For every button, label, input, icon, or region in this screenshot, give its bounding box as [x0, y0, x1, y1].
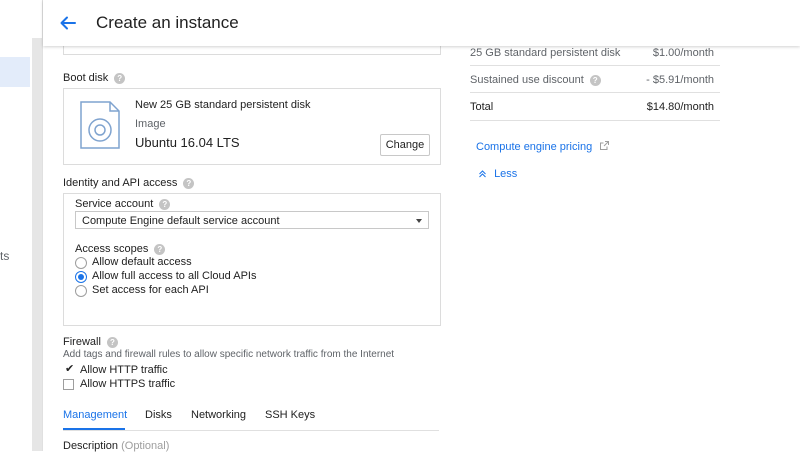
- page-header: Create an instance: [43, 0, 800, 46]
- page-title: Create an instance: [96, 13, 239, 32]
- allow-https-checkbox[interactable]: [63, 379, 74, 390]
- allow-http-checkbox[interactable]: ✔: [63, 363, 75, 376]
- compute-engine-pricing-link[interactable]: Compute engine pricing: [476, 140, 610, 153]
- cost-row-label: Sustained use discount: [470, 74, 584, 86]
- allow-https-label[interactable]: Allow HTTPS traffic: [80, 378, 175, 390]
- help-icon[interactable]: ?: [114, 72, 126, 84]
- cost-row-value: $1.00/month: [652, 47, 714, 59]
- help-icon[interactable]: ?: [159, 198, 171, 210]
- help-icon[interactable]: ?: [154, 243, 166, 255]
- allow-http-label[interactable]: Allow HTTP traffic: [80, 364, 168, 376]
- cost-total-value: $14.80/month: [646, 101, 714, 113]
- left-nav-scrollbar[interactable]: [32, 38, 42, 451]
- tab-ssh-keys[interactable]: SSH Keys: [265, 409, 315, 421]
- dropdown-arrow-icon: [416, 219, 422, 223]
- pricing-link-label: Compute engine pricing: [476, 141, 593, 153]
- tab-management[interactable]: Management: [63, 409, 127, 421]
- external-link-icon: [600, 141, 610, 150]
- disk-icon: [80, 101, 120, 149]
- boot-disk-image-label: Image: [135, 118, 166, 130]
- cost-total-label: Total: [470, 101, 494, 113]
- cost-divider: [470, 92, 720, 93]
- scope-each-api-label[interactable]: Set access for each API: [92, 284, 209, 296]
- left-nav-selected-item[interactable]: [0, 57, 30, 87]
- boot-disk-section: Boot disk?: [63, 72, 126, 84]
- scope-full-access-radio[interactable]: [75, 271, 87, 283]
- help-icon[interactable]: ?: [183, 177, 195, 189]
- less-toggle-link[interactable]: Less: [478, 168, 517, 180]
- service-account-select[interactable]: Compute Engine default service account: [75, 211, 429, 229]
- identity-card: Service account? Compute Engine default …: [63, 193, 441, 326]
- tab-disks[interactable]: Disks: [145, 409, 172, 421]
- tabs-divider: [63, 430, 439, 431]
- service-account-heading: Service account?: [75, 198, 171, 210]
- left-nav-partial-label[interactable]: ts: [0, 249, 9, 263]
- access-scopes-label: Access scopes: [75, 243, 149, 255]
- description-label: Description: [63, 440, 119, 452]
- chevron-up-icon: [479, 170, 486, 178]
- cost-row-total: Total $14.80/month: [470, 101, 720, 113]
- change-boot-disk-button[interactable]: Change: [380, 134, 430, 156]
- cost-row-value: - $5.91/month: [646, 74, 714, 86]
- cost-row-disk: 25 GB standard persistent disk $1.00/mon…: [470, 47, 720, 59]
- boot-disk-label: Boot disk: [63, 72, 109, 84]
- scope-default-label[interactable]: Allow default access: [92, 256, 192, 268]
- cost-row-label: 25 GB standard persistent disk: [470, 47, 621, 59]
- firewall-description: Add tags and firewall rules to allow spe…: [63, 349, 395, 360]
- arrow-back-icon: [60, 16, 76, 30]
- scope-full-access-label[interactable]: Allow full access to all Cloud APIs: [92, 270, 256, 282]
- back-button[interactable]: [57, 12, 79, 34]
- scope-each-api-radio[interactable]: [75, 285, 87, 297]
- description-optional: (Optional): [121, 440, 170, 452]
- boot-disk-card: New 25 GB standard persistent disk Image…: [63, 88, 441, 165]
- boot-disk-title: New 25 GB standard persistent disk: [135, 99, 311, 111]
- access-scopes-heading: Access scopes?: [75, 243, 166, 255]
- service-account-value: Compute Engine default service account: [82, 215, 280, 227]
- left-nav-rail: ts: [0, 0, 43, 451]
- help-icon[interactable]: ?: [106, 336, 118, 348]
- scope-default-radio[interactable]: [75, 257, 87, 269]
- cost-divider: [470, 65, 720, 66]
- help-icon[interactable]: ?: [589, 74, 601, 86]
- identity-section: Identity and API access?: [63, 177, 195, 189]
- identity-label: Identity and API access: [63, 177, 178, 189]
- boot-disk-os: Ubuntu 16.04 LTS: [135, 135, 240, 150]
- service-account-label: Service account: [75, 198, 154, 210]
- cost-divider: [470, 120, 720, 121]
- cost-row-discount: Sustained use discount? - $5.91/month: [470, 74, 720, 86]
- firewall-label: Firewall: [63, 336, 101, 348]
- description-field-label: Description (Optional): [63, 440, 169, 452]
- tab-networking[interactable]: Networking: [191, 409, 246, 421]
- less-label: Less: [494, 168, 518, 180]
- checkmark-icon: ✔: [65, 363, 75, 375]
- firewall-section: Firewall?: [63, 336, 118, 348]
